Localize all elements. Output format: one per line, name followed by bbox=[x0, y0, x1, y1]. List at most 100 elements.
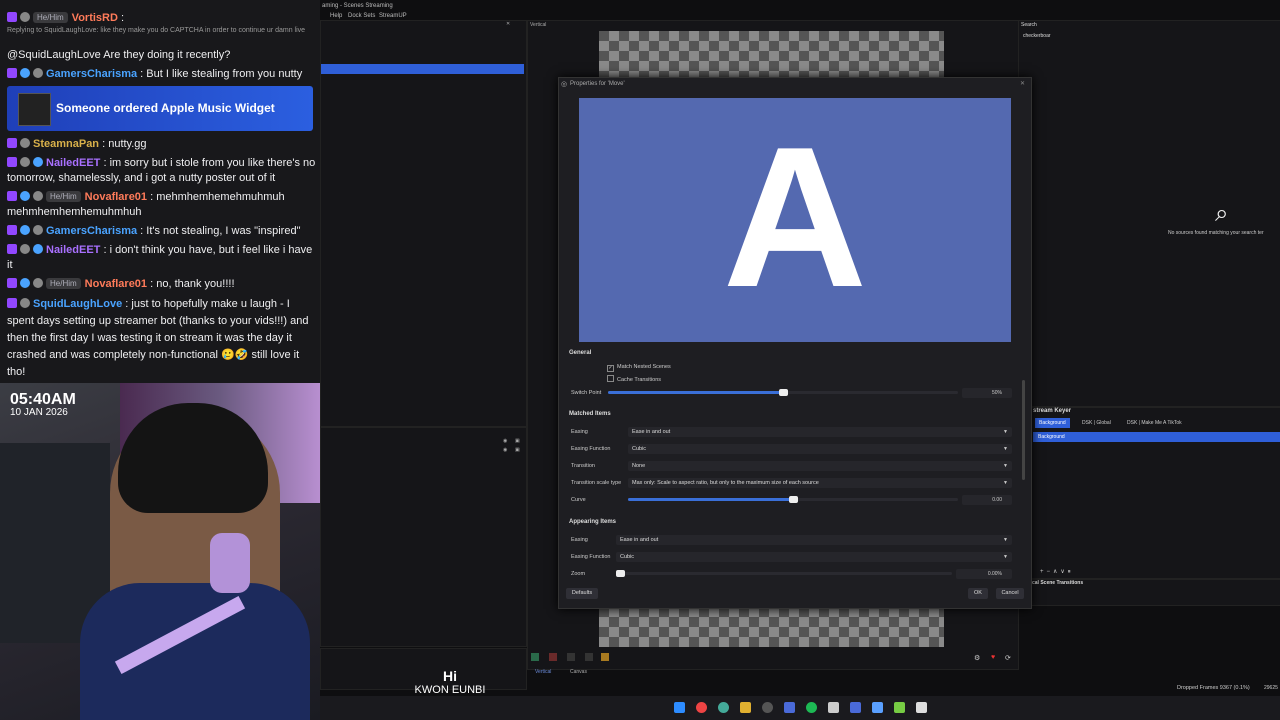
slider-handle[interactable] bbox=[779, 389, 788, 396]
match-nested-checkbox[interactable]: ✓ Match Nested Scenes bbox=[607, 364, 671, 372]
scale-type-select[interactable]: Max only: Scale to aspect ratio, but onl… bbox=[628, 478, 1012, 488]
easing-function-select[interactable]: Cubic ▼ bbox=[628, 444, 1012, 454]
zoom-label: Zoom bbox=[571, 571, 586, 577]
badge-icon bbox=[7, 138, 17, 148]
refresh-icon[interactable]: ⟳ bbox=[1005, 654, 1011, 662]
start-icon[interactable] bbox=[674, 702, 685, 713]
chat-message: @SquidLaughLove Are they doing it recent… bbox=[7, 49, 231, 61]
chat-panel: He/Him VortisRD : Replying to SquidLaughL… bbox=[0, 0, 320, 383]
obs-icon[interactable] bbox=[762, 702, 773, 713]
app-icon[interactable] bbox=[784, 702, 795, 713]
browser-icon[interactable] bbox=[718, 702, 729, 713]
chat-message: GamersCharisma : But I like stealing fro… bbox=[7, 67, 317, 82]
badge-icon bbox=[20, 225, 30, 235]
chat-message: NailedEET : im sorry but i stole from yo… bbox=[7, 156, 317, 186]
gear-icon[interactable]: ⚙ bbox=[974, 654, 980, 662]
chevron-down-icon: ▼ bbox=[1003, 554, 1008, 560]
appearing-easing-function-value: Cubic bbox=[620, 554, 635, 560]
app-icon[interactable] bbox=[850, 702, 861, 713]
defaults-button[interactable]: Defaults bbox=[566, 588, 598, 599]
badge-icon bbox=[33, 191, 43, 201]
appearing-easing-select[interactable]: Ease in and out ▼ bbox=[616, 535, 1012, 545]
cache-transitions-checkbox[interactable]: Cache Transitions bbox=[607, 375, 661, 383]
section-matched-items: Matched Items bbox=[569, 411, 611, 417]
tab-background[interactable]: Background bbox=[1035, 418, 1070, 428]
badge-icon bbox=[20, 12, 30, 22]
window-title: aming - Scenes Streaming bbox=[322, 3, 393, 9]
cancel-button[interactable]: Cancel bbox=[996, 588, 1024, 599]
selected-scene[interactable] bbox=[321, 64, 524, 74]
easing-select[interactable]: Ease in and out ▼ bbox=[628, 427, 1012, 437]
app-icon[interactable] bbox=[828, 702, 839, 713]
taskbar bbox=[320, 696, 1280, 720]
record-icon[interactable] bbox=[531, 653, 539, 661]
checkbox-checked-icon: ✓ bbox=[607, 365, 614, 372]
slider-fill bbox=[628, 498, 793, 501]
appearing-easing-function-select[interactable]: Cubic ▼ bbox=[616, 552, 1012, 562]
slider-fill bbox=[608, 391, 783, 394]
app-icon[interactable] bbox=[872, 702, 883, 713]
tab-dsk-make-me-a-tiktok[interactable]: DSK | Make Me A TikTok bbox=[1123, 418, 1186, 428]
scene-transitions-title: cal Scene Transitions bbox=[1032, 580, 1084, 586]
menu-streamup[interactable]: StreamUP bbox=[379, 13, 407, 19]
scrollbar[interactable] bbox=[1022, 380, 1025, 480]
replay-icon[interactable] bbox=[585, 653, 593, 661]
menu-help[interactable]: Help bbox=[330, 13, 342, 19]
tab-dsk-global[interactable]: DSK | Global bbox=[1078, 418, 1115, 428]
badge-icon bbox=[20, 278, 30, 288]
dsk-controls[interactable]: +−∧∨⏸ bbox=[1040, 568, 1074, 576]
folder-icon[interactable] bbox=[740, 702, 751, 713]
chevron-down-icon: ▼ bbox=[1003, 463, 1008, 469]
switch-point-value[interactable]: 50% bbox=[962, 388, 1012, 398]
slider-handle[interactable] bbox=[616, 570, 625, 577]
lock-icon[interactable]: ▣ bbox=[515, 438, 520, 444]
vertical-title: Vertical bbox=[530, 22, 547, 28]
chat-username: SquidLaughLove bbox=[33, 298, 123, 310]
badge-icon bbox=[7, 157, 17, 167]
switch-point-slider[interactable] bbox=[608, 389, 958, 396]
app-icon[interactable] bbox=[894, 702, 905, 713]
menu-dock-sets[interactable]: Dock Sets bbox=[348, 13, 375, 19]
lock-icon[interactable]: ▣ bbox=[515, 447, 520, 453]
curve-slider[interactable] bbox=[628, 496, 958, 503]
scale-type-label: Transition scale type bbox=[571, 480, 622, 486]
search-dock bbox=[1018, 20, 1280, 407]
badge-icon bbox=[7, 68, 17, 78]
badge-icon bbox=[7, 278, 17, 288]
downstream-item[interactable]: Background bbox=[1033, 432, 1280, 442]
stream-icon[interactable] bbox=[549, 653, 557, 661]
slider-handle[interactable] bbox=[789, 496, 798, 503]
eye-icon[interactable]: ◉ bbox=[503, 438, 507, 444]
chrome-icon[interactable] bbox=[696, 702, 707, 713]
chat-username: NailedEET bbox=[46, 157, 101, 169]
dock-close-icon[interactable]: ✕ bbox=[506, 21, 510, 27]
sources-dock bbox=[320, 427, 527, 647]
ok-button[interactable]: OK bbox=[968, 588, 988, 599]
zoom-value[interactable]: 0.00% bbox=[956, 569, 1012, 579]
screenshot-icon[interactable] bbox=[601, 653, 609, 661]
badge-icon bbox=[20, 298, 30, 308]
heart-icon[interactable]: ♥ bbox=[991, 654, 995, 661]
eye-icon[interactable]: ◉ bbox=[503, 447, 507, 453]
chat-message: He/Him VortisRD : bbox=[7, 11, 317, 26]
badge-icon bbox=[20, 244, 30, 254]
badge-icon bbox=[33, 225, 43, 235]
chat-text: : just to hopefully make u laugh - I spe… bbox=[7, 298, 309, 378]
zoom-slider[interactable] bbox=[616, 570, 952, 577]
transition-select[interactable]: None ▼ bbox=[628, 461, 1012, 471]
scenes-dock bbox=[320, 20, 527, 427]
app-icon[interactable] bbox=[916, 702, 927, 713]
close-icon[interactable]: ✕ bbox=[1020, 80, 1025, 87]
section-appearing-items: Appearing Items bbox=[569, 519, 617, 525]
chevron-down-icon: ▼ bbox=[1003, 429, 1008, 435]
pause-icon[interactable] bbox=[567, 653, 575, 661]
spotify-icon[interactable] bbox=[806, 702, 817, 713]
curve-value[interactable]: 0.00 bbox=[962, 495, 1012, 505]
webcam-feed bbox=[0, 383, 320, 720]
chevron-down-icon: ▼ bbox=[1003, 446, 1008, 452]
easing-label: Easing bbox=[571, 429, 588, 435]
chat-username: SteamnaPan bbox=[33, 138, 100, 150]
search-input[interactable]: checkerboar bbox=[1023, 33, 1051, 39]
clock-date: 10 JAN 2026 bbox=[10, 407, 68, 418]
caption: Hi KWON EUNBI bbox=[320, 668, 580, 697]
